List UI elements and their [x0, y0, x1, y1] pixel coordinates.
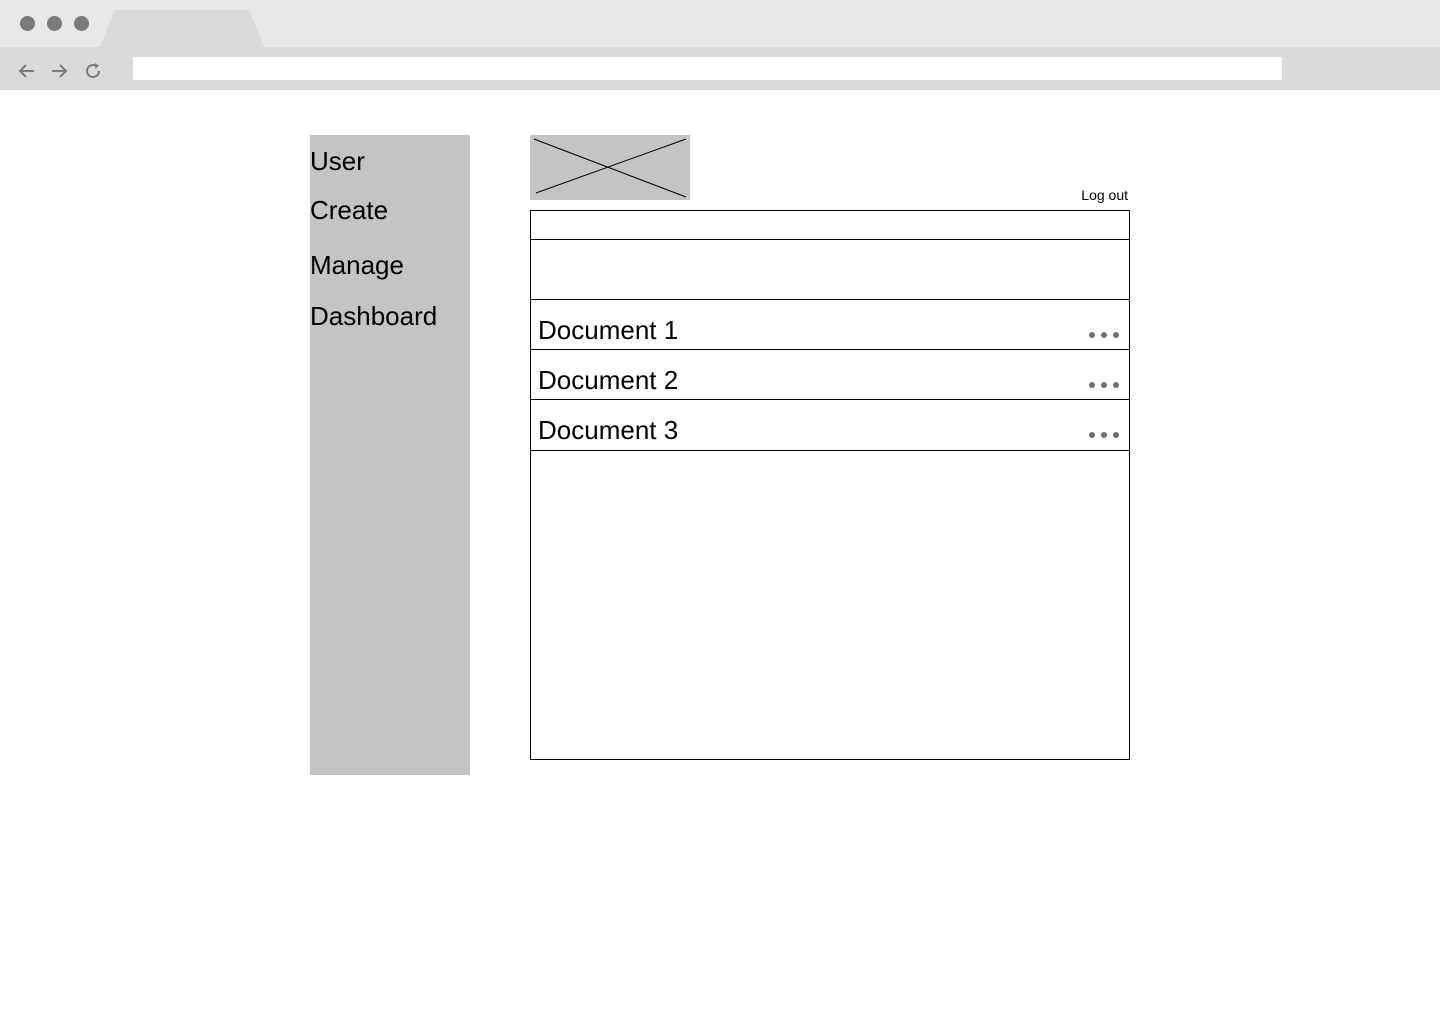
- divider: [531, 239, 1129, 240]
- window-minimize-dot[interactable]: [47, 16, 62, 31]
- back-arrow-icon[interactable]: [16, 60, 38, 82]
- document-title: Document 2: [538, 365, 679, 395]
- logo-placeholder: [530, 135, 690, 200]
- more-options-icon[interactable]: [1089, 380, 1119, 390]
- more-options-icon[interactable]: [1089, 430, 1119, 440]
- window-close-dot[interactable]: [20, 16, 35, 31]
- document-title: Document 1: [538, 315, 679, 345]
- sidebar-item-user[interactable]: User: [310, 146, 365, 176]
- window-maximize-dot[interactable]: [74, 16, 89, 31]
- more-options-icon[interactable]: [1089, 330, 1119, 340]
- sidebar-item-dashboard[interactable]: Dashboard: [310, 301, 437, 331]
- browser-tab[interactable]: [100, 10, 264, 47]
- sidebar-item-create[interactable]: Create: [310, 195, 388, 225]
- document-title: Document 3: [538, 415, 679, 445]
- forward-arrow-icon[interactable]: [48, 60, 70, 82]
- browser-tab-bar: [0, 0, 1440, 47]
- list-item-document-3[interactable]: Document 3: [531, 400, 1129, 450]
- document-panel: Document 1 Document 2 Document 3: [530, 210, 1130, 760]
- list-item-document-2[interactable]: Document 2: [531, 350, 1129, 400]
- logout-link[interactable]: Log out: [1070, 186, 1128, 204]
- list-item-document-1[interactable]: Document 1: [531, 300, 1129, 350]
- address-bar-input[interactable]: [133, 57, 1282, 80]
- reload-icon[interactable]: [82, 60, 104, 82]
- sidebar: User Create Manage Dashboard: [310, 135, 470, 775]
- divider: [531, 450, 1129, 451]
- image-placeholder-icon: [533, 138, 687, 198]
- sidebar-item-manage[interactable]: Manage: [310, 250, 404, 280]
